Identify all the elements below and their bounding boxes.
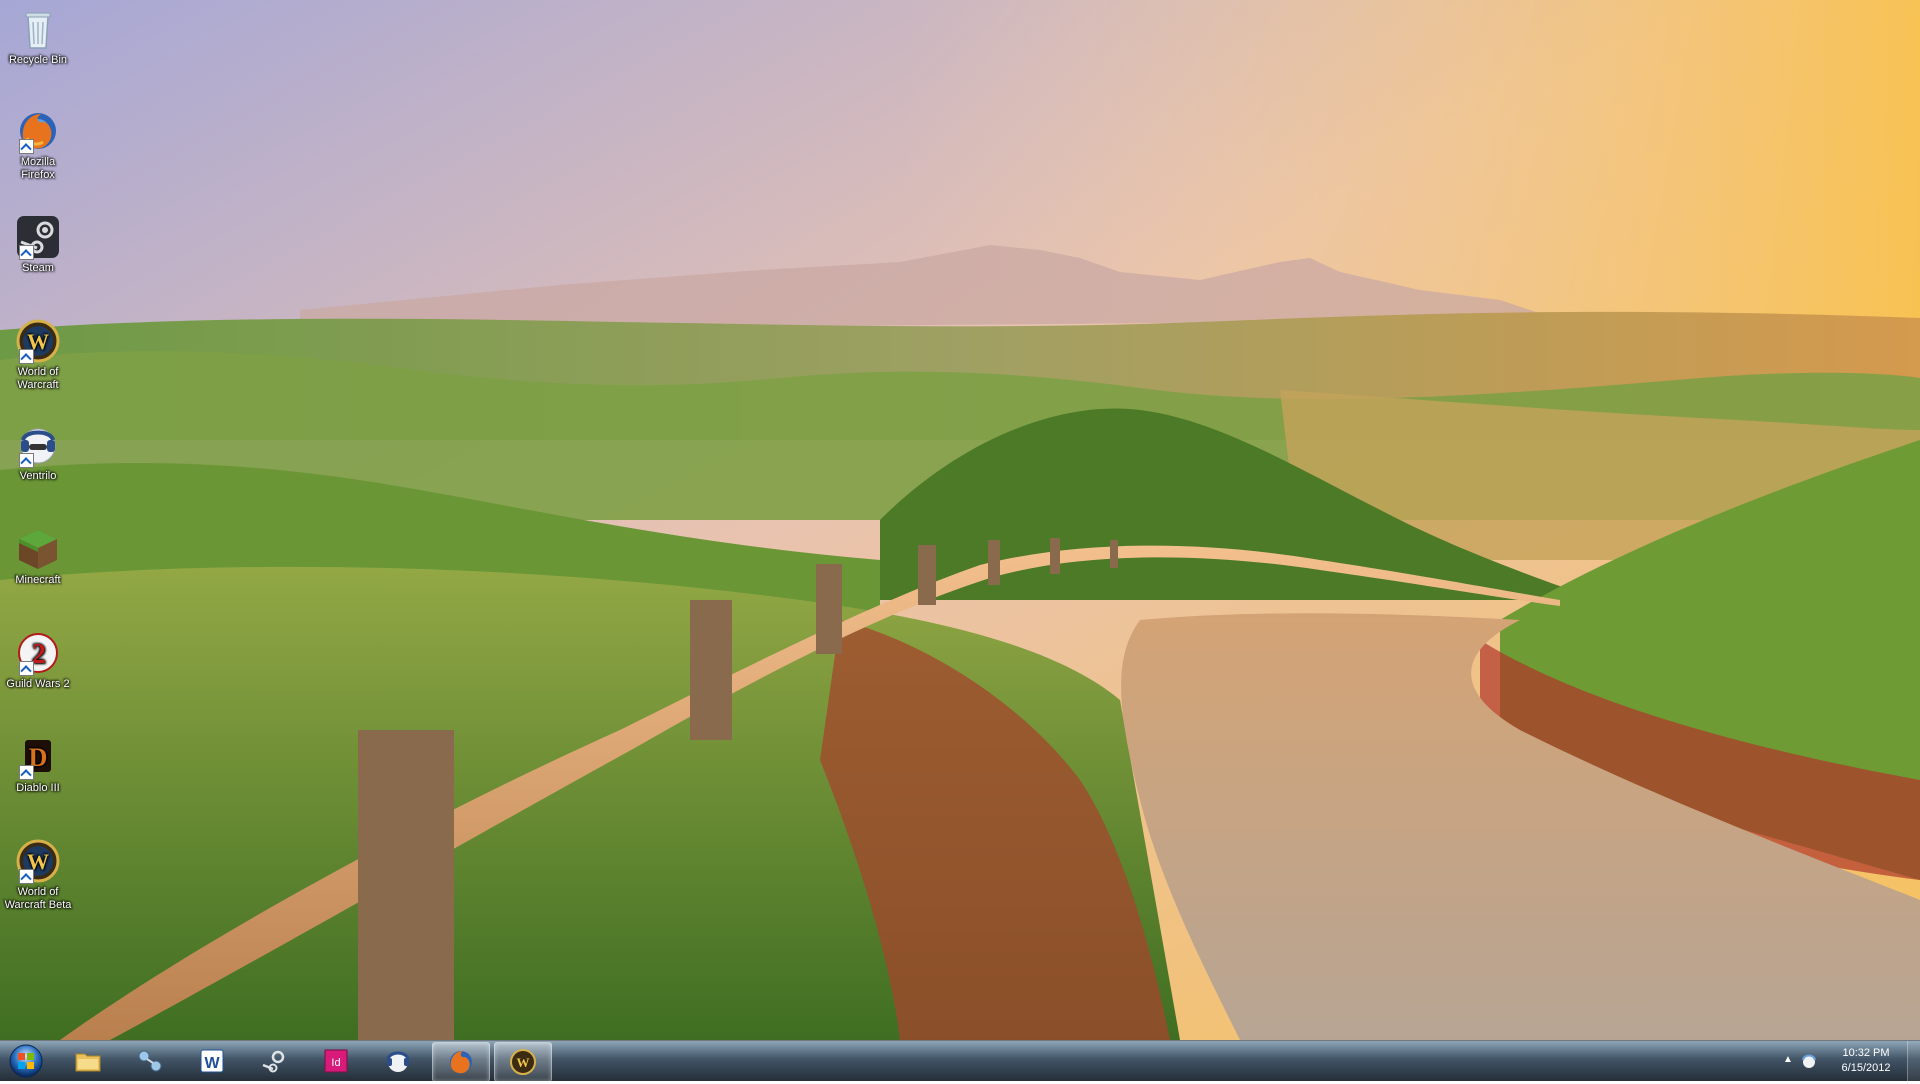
desktop-icon-label: Ventrilo <box>19 470 57 482</box>
taskbar-item-firefox[interactable] <box>432 1042 490 1082</box>
desktop-icon-label: Steam <box>22 262 54 274</box>
shortcut-arrow-icon <box>19 139 34 154</box>
shortcut-arrow-icon <box>19 245 34 260</box>
desktop-icon-label: Guild Wars 2 <box>6 678 70 690</box>
desktop-icon-recycle-bin[interactable]: Recycle Bin <box>4 6 72 67</box>
shortcut-arrow-icon <box>19 349 34 364</box>
firefox-icon <box>15 108 61 154</box>
ventrilo-icon <box>15 422 61 468</box>
taskbar-item-explorer[interactable] <box>60 1042 116 1080</box>
wow-icon: W <box>15 318 61 364</box>
show-desktop-button[interactable] <box>1907 1041 1920 1081</box>
desktop-icon-minecraft[interactable]: Minecraft <box>4 526 72 587</box>
clock-time: 10:32 PM <box>1842 1047 1890 1059</box>
steam-icon <box>262 1050 285 1073</box>
taskbar: W Id W ▲ 10:32 PM 6/15/2012 <box>0 1040 1920 1082</box>
desktop-icon-label: World of Warcraft Beta <box>4 886 72 911</box>
system-tray: ▲ 10:32 PM 6/15/2012 <box>1780 1041 1920 1081</box>
taskbar-item-network[interactable] <box>122 1042 178 1080</box>
ventrilo-icon <box>386 1051 410 1072</box>
folder-icon <box>75 1053 101 1072</box>
desktop-icon-world-of-warcraft[interactable]: W World of Warcraft <box>4 318 72 392</box>
show-hidden-icons-button[interactable]: ▲ <box>1780 1054 1796 1068</box>
desktop-icon-label: Mozilla Firefox <box>20 156 56 181</box>
minecraft-icon <box>15 526 61 572</box>
steam-icon <box>15 214 61 260</box>
desktop-icon-ventrilo[interactable]: Ventrilo <box>4 422 72 483</box>
svg-text:W: W <box>517 1055 530 1070</box>
shortcut-arrow-icon <box>19 661 34 676</box>
desktop-icon-steam[interactable]: Steam <box>4 214 72 275</box>
wallpaper <box>0 0 1920 1040</box>
word-icon: W <box>200 1049 224 1073</box>
svg-text:W: W <box>204 1055 220 1072</box>
desktop-icon-world-of-warcraft-beta[interactable]: W World of Warcraft Beta <box>4 838 72 912</box>
desktop-icon-label: Diablo III <box>16 782 60 794</box>
indesign-icon: Id <box>324 1049 348 1073</box>
network-icon <box>138 1050 162 1072</box>
desktop-icon-label: Minecraft <box>15 574 61 586</box>
desktop-icon-guild-wars-2[interactable]: 2 Guild Wars 2 <box>4 630 72 691</box>
guild-wars-2-icon: 2 <box>15 630 61 676</box>
diablo-icon: D <box>15 734 61 780</box>
wow-icon: W <box>510 1049 536 1075</box>
svg-text:Id: Id <box>331 1057 340 1069</box>
taskbar-item-world-of-warcraft[interactable]: W <box>494 1042 552 1082</box>
taskbar-item-steam[interactable] <box>246 1042 302 1080</box>
ventrilo-tray-icon[interactable] <box>1800 1052 1818 1070</box>
recycle-bin-icon <box>15 6 61 52</box>
desktop-icon-diablo-iii[interactable]: D Diablo III <box>4 734 72 795</box>
shortcut-arrow-icon <box>19 869 34 884</box>
taskbar-item-indesign[interactable]: Id <box>308 1042 364 1080</box>
desktop: Recycle Bin Mozilla Firefox Steam W Worl… <box>0 0 1920 1040</box>
desktop-icon-label: World of Warcraft <box>17 366 59 391</box>
shortcut-arrow-icon <box>19 453 34 468</box>
svg-text:2: 2 <box>32 639 46 670</box>
windows-start-orb-icon <box>9 1044 43 1078</box>
shortcut-arrow-icon <box>19 765 34 780</box>
wow-icon: W <box>15 838 61 884</box>
firefox-icon <box>450 1051 472 1074</box>
taskbar-item-ventrilo[interactable] <box>370 1042 426 1080</box>
desktop-icon-label: Recycle Bin <box>8 54 68 66</box>
taskbar-item-word[interactable]: W <box>184 1042 240 1080</box>
start-button[interactable] <box>6 1043 46 1079</box>
clock[interactable]: 10:32 PM 6/15/2012 <box>1824 1046 1908 1076</box>
desktop-icon-mozilla-firefox[interactable]: Mozilla Firefox <box>4 108 72 182</box>
clock-date: 6/15/2012 <box>1841 1062 1891 1074</box>
